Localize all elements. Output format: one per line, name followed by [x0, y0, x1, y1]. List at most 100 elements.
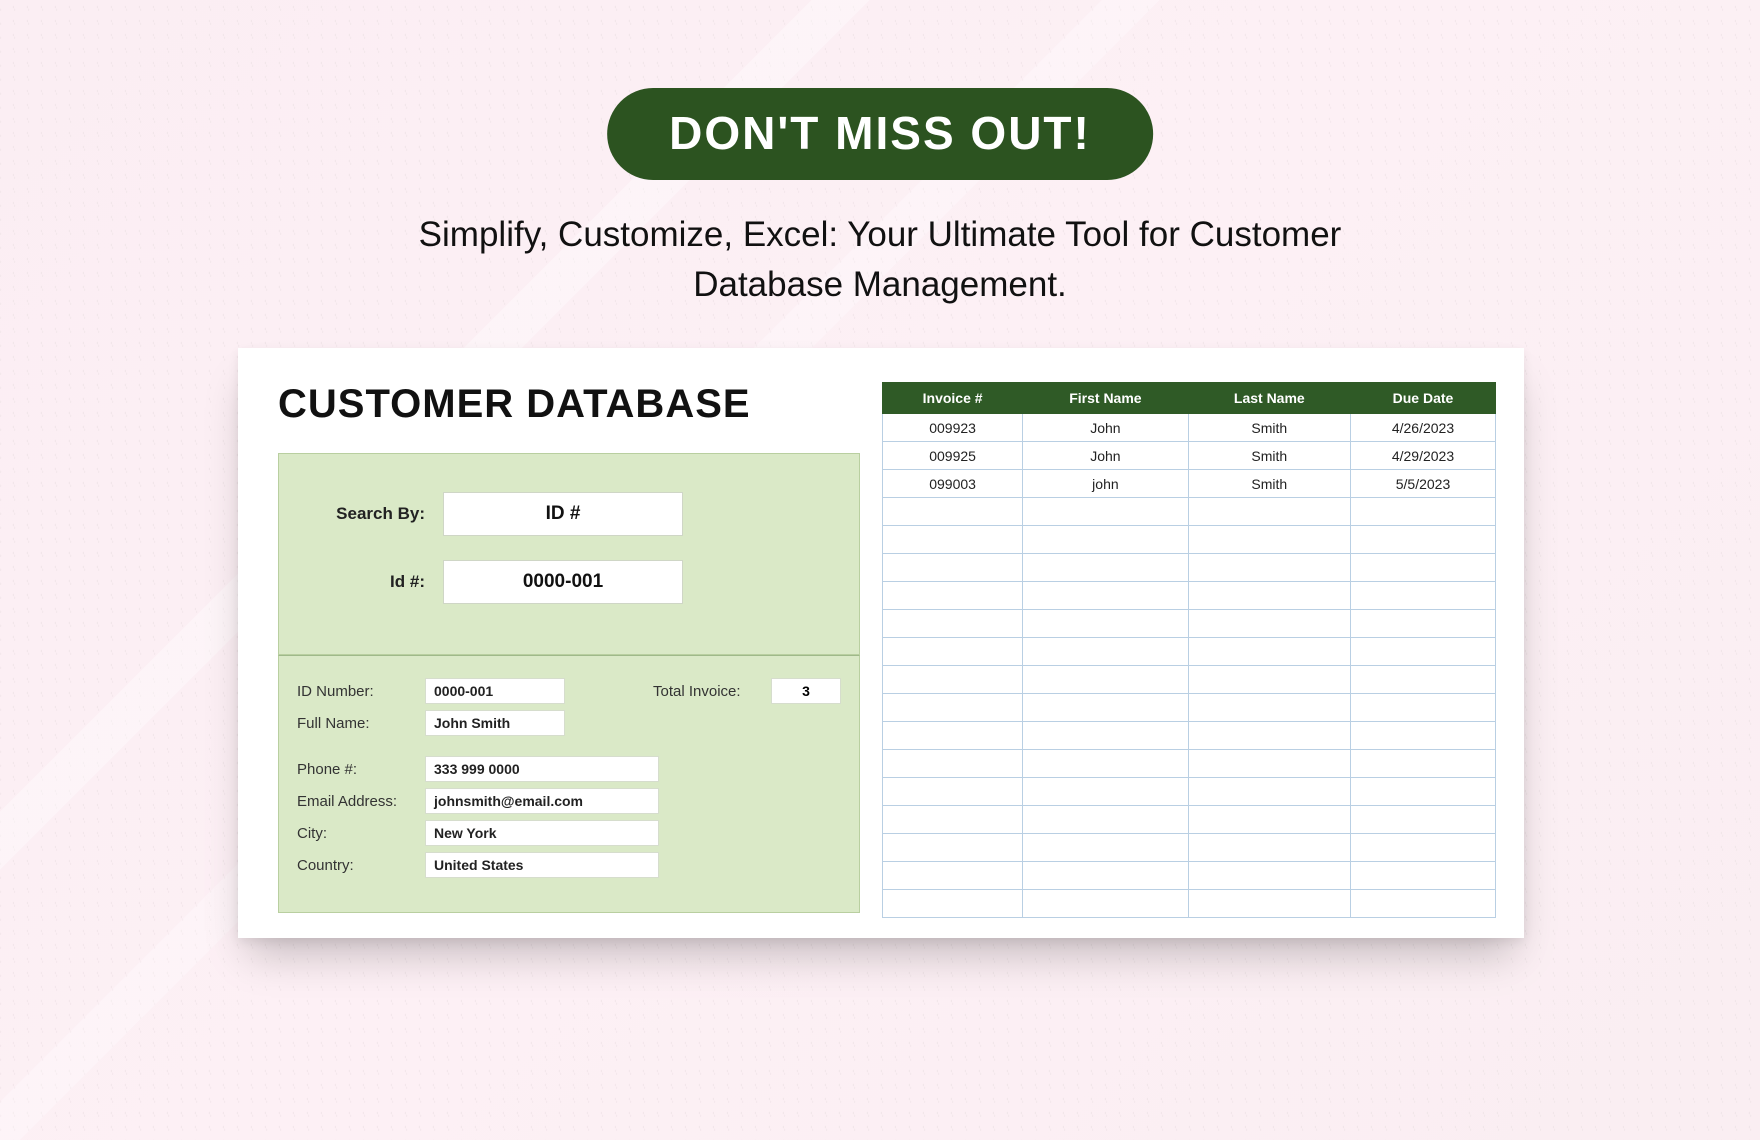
table-cell: [1350, 666, 1495, 694]
table-cell: [883, 610, 1023, 638]
table-cell: [1350, 750, 1495, 778]
table-cell: [1023, 498, 1188, 526]
table-cell: [1188, 498, 1350, 526]
table-cell: [883, 582, 1023, 610]
table-cell: [1188, 526, 1350, 554]
search-by-label: Search By:: [303, 504, 443, 524]
table-row: [883, 750, 1496, 778]
table-row: [883, 638, 1496, 666]
table-row: [883, 610, 1496, 638]
table-cell: [1023, 834, 1188, 862]
table-cell: [1023, 722, 1188, 750]
table-cell: 099003: [883, 470, 1023, 498]
table-row: [883, 498, 1496, 526]
table-cell: [1188, 610, 1350, 638]
table-header: Due Date: [1350, 383, 1495, 414]
table-cell: [1350, 582, 1495, 610]
table-cell: [883, 750, 1023, 778]
table-cell: [1350, 722, 1495, 750]
table-cell: [1350, 778, 1495, 806]
table-cell: [883, 554, 1023, 582]
table-row: 009925JohnSmith4/29/2023: [883, 442, 1496, 470]
city-value: New York: [425, 820, 659, 846]
table-cell: [883, 638, 1023, 666]
search-id-field[interactable]: 0000-001: [443, 560, 683, 604]
table-cell: Smith: [1188, 442, 1350, 470]
table-cell: 4/26/2023: [1350, 414, 1495, 442]
table-cell: [1023, 778, 1188, 806]
table-cell: [883, 722, 1023, 750]
table-cell: [1350, 694, 1495, 722]
table-cell: John: [1023, 414, 1188, 442]
table-row: [883, 722, 1496, 750]
id-number-value: 0000-001: [425, 678, 565, 704]
table-cell: [1188, 554, 1350, 582]
email-value: johnsmith@email.com: [425, 788, 659, 814]
table-header: Invoice #: [883, 383, 1023, 414]
table-header: Last Name: [1188, 383, 1350, 414]
table-cell: [1350, 554, 1495, 582]
table-cell: john: [1023, 470, 1188, 498]
table-cell: [1023, 862, 1188, 890]
full-name-label: Full Name:: [297, 715, 425, 732]
table-cell: [883, 666, 1023, 694]
table-cell: [1188, 694, 1350, 722]
table-row: [883, 890, 1496, 918]
phone-value: 333 999 0000: [425, 756, 659, 782]
table-row: [883, 554, 1496, 582]
total-invoice-label: Total Invoice:: [653, 683, 771, 700]
table-row: [883, 526, 1496, 554]
table-cell: 009923: [883, 414, 1023, 442]
table-header: First Name: [1023, 383, 1188, 414]
search-by-field[interactable]: ID #: [443, 492, 683, 536]
search-id-label: Id #:: [303, 572, 443, 592]
table-cell: [1350, 862, 1495, 890]
table-row: [883, 862, 1496, 890]
table-cell: [1023, 610, 1188, 638]
table-cell: [1350, 806, 1495, 834]
table-cell: [1188, 806, 1350, 834]
table-cell: [1023, 750, 1188, 778]
table-cell: [883, 834, 1023, 862]
table-cell: 009925: [883, 442, 1023, 470]
table-cell: [1350, 834, 1495, 862]
table-cell: [1188, 862, 1350, 890]
total-invoice-value: 3: [771, 678, 841, 704]
table-cell: [1188, 890, 1350, 918]
promo-tagline: Simplify, Customize, Excel: Your Ultimat…: [380, 210, 1380, 309]
table-cell: [1188, 778, 1350, 806]
table-cell: [1350, 890, 1495, 918]
table-cell: [1023, 806, 1188, 834]
country-value: United States: [425, 852, 659, 878]
search-panel: Search By: ID # Id #: 0000-001: [278, 453, 860, 655]
table-cell: [1188, 638, 1350, 666]
table-cell: [883, 806, 1023, 834]
table-cell: [1188, 582, 1350, 610]
table-row: [883, 806, 1496, 834]
spreadsheet-preview: CUSTOMER DATABASE Search By: ID # Id #: …: [238, 348, 1524, 938]
table-row: 009923JohnSmith4/26/2023: [883, 414, 1496, 442]
table-cell: 5/5/2023: [1350, 470, 1495, 498]
table-cell: [1350, 638, 1495, 666]
table-row: [883, 778, 1496, 806]
table-cell: [883, 498, 1023, 526]
table-row: 099003johnSmith5/5/2023: [883, 470, 1496, 498]
details-panel: ID Number: 0000-001 Total Invoice: 3 Ful…: [278, 655, 860, 913]
table-cell: John: [1023, 442, 1188, 470]
invoice-table-panel: Invoice #First NameLast NameDue Date 009…: [882, 382, 1496, 920]
table-cell: [1188, 750, 1350, 778]
table-cell: [1023, 526, 1188, 554]
table-cell: [883, 526, 1023, 554]
table-cell: [1350, 610, 1495, 638]
phone-label: Phone #:: [297, 761, 425, 778]
left-panel: CUSTOMER DATABASE Search By: ID # Id #: …: [278, 382, 860, 920]
table-cell: [1023, 638, 1188, 666]
table-row: [883, 834, 1496, 862]
country-label: Country:: [297, 857, 425, 874]
table-cell: [1188, 834, 1350, 862]
table-cell: [1188, 722, 1350, 750]
full-name-value: John Smith: [425, 710, 565, 736]
invoice-table: Invoice #First NameLast NameDue Date 009…: [882, 382, 1496, 918]
table-row: [883, 582, 1496, 610]
table-row: [883, 666, 1496, 694]
